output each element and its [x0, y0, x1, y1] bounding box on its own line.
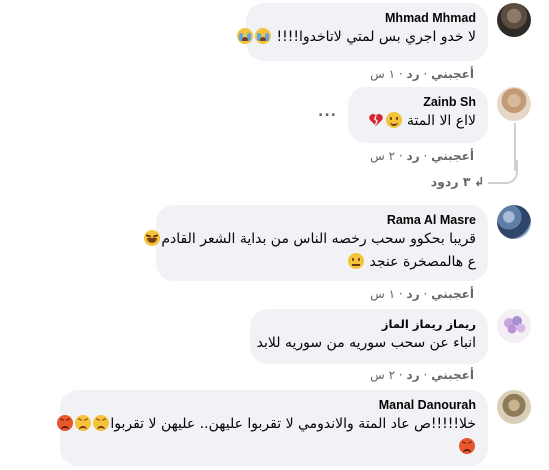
reply-link[interactable]: رد — [407, 67, 420, 81]
comment-body: ع هالمصخرة عنجد — [369, 254, 476, 270]
angry-face-icon — [57, 415, 74, 431]
avatar-zainb-sh[interactable] — [497, 87, 531, 121]
replies-count: ٣ ردود — [430, 174, 471, 189]
comment-bubble-zainb-sh: Zainb Sh لااع الا المتة — [348, 87, 488, 143]
comment-actions: أعجبني · رد · ١ س — [370, 67, 474, 81]
avatar-rama-al-masre[interactable] — [497, 205, 531, 239]
timestamp[interactable]: ١ س — [370, 67, 395, 81]
comment-actions: أعجبني · رد · ٢ س — [370, 368, 474, 382]
comment-author[interactable]: ريماز ريماز الماز — [262, 316, 476, 332]
comment-actions: أعجبني · رد · ٢ س — [370, 149, 474, 163]
comment-body: قريبا بحكوو سحب رخصه الناس من بداية الشع… — [161, 231, 476, 247]
avatar-manal-danourah[interactable] — [497, 390, 531, 424]
comment-author[interactable]: Manal Danourah — [72, 397, 476, 413]
comment-text-line-1: خلا!!!!!ص عاد المتة والاندومي لا تقربوا … — [57, 413, 476, 436]
comment-text-line-2: ع هالمصخرة عنجد — [168, 251, 476, 274]
comment-text: انباء عن سحب سوريه من سوريه للابد — [256, 335, 476, 351]
reply-link[interactable]: رد — [407, 149, 420, 163]
separator-dot: · — [423, 287, 428, 301]
like-link[interactable]: أعجبني — [431, 368, 474, 382]
comment-bubble-mhmad-mhmad: Mhmad Mhmad لا خدو اجري بس لمتي لاتاخدوا… — [237, 3, 488, 61]
separator-dot: · — [398, 287, 403, 301]
separator-dot: · — [398, 368, 403, 382]
separator-dot: · — [398, 149, 403, 163]
comment-actions: أعجبني · رد · ١ س — [370, 287, 474, 301]
comment-text: لا خدو اجري بس لمتي لاتاخدوا!!!! — [237, 26, 476, 49]
avatar-rimaz[interactable] — [497, 309, 531, 343]
comment-body: خلا!!!!!ص عاد المتة والاندومي لا تقربوا … — [110, 416, 476, 432]
timestamp[interactable]: ٢ س — [370, 368, 395, 382]
separator-dot: · — [423, 67, 428, 81]
like-link[interactable]: أعجبني — [431, 149, 474, 163]
timestamp[interactable]: ٢ س — [370, 149, 395, 163]
laughing-face-icon — [144, 230, 161, 246]
avatar-mhmad-mhmad[interactable] — [497, 3, 531, 37]
angry-face-icon — [75, 415, 92, 431]
thread-line-curve — [488, 160, 518, 184]
like-link[interactable]: أعجبني — [431, 67, 474, 81]
broken-heart-icon — [368, 112, 384, 128]
comment-author[interactable]: Rama Al Masre — [168, 212, 476, 228]
timestamp[interactable]: ١ س — [370, 287, 395, 301]
reply-link[interactable]: رد — [407, 368, 420, 382]
comment-bubble-rimaz: ريماز ريماز الماز انباء عن سحب سوريه من … — [250, 309, 488, 364]
reply-arrow-icon: ↳ — [473, 174, 484, 189]
neutral-face-icon — [348, 253, 365, 269]
comment-author[interactable]: Zainb Sh — [360, 94, 476, 110]
comment-text-line-2 — [72, 436, 476, 459]
more-options-icon[interactable]: ... — [318, 104, 337, 120]
view-replies-link[interactable]: ↳٣ ردود — [431, 174, 484, 189]
crying-face-icon — [237, 28, 254, 44]
like-link[interactable]: أعجبني — [431, 287, 474, 301]
smiling-face-icon — [385, 112, 402, 128]
separator-dot: · — [423, 149, 428, 163]
comment-author[interactable]: Mhmad Mhmad — [258, 10, 476, 26]
angry-face-icon — [459, 438, 475, 454]
reply-link[interactable]: رد — [407, 287, 420, 301]
separator-dot: · — [398, 67, 403, 81]
comment-text-line-1: قريبا بحكوو سحب رخصه الناس من بداية الشع… — [144, 228, 476, 251]
comment-bubble-manal-danourah: Manal Danourah خلا!!!!!ص عاد المتة والان… — [57, 390, 488, 466]
comment-body: لااع الا المتة — [407, 113, 476, 129]
comment-body: لا خدو اجري بس لمتي لاتاخدوا!!!! — [276, 29, 476, 45]
angry-face-icon — [93, 415, 110, 431]
comment-text: لااع الا المتة — [360, 110, 476, 133]
comment-bubble-rama-al-masre: Rama Al Masre قريبا بحكوو سحب رخصه الناس… — [144, 205, 488, 281]
separator-dot: · — [423, 368, 428, 382]
crying-face-icon — [255, 28, 272, 44]
